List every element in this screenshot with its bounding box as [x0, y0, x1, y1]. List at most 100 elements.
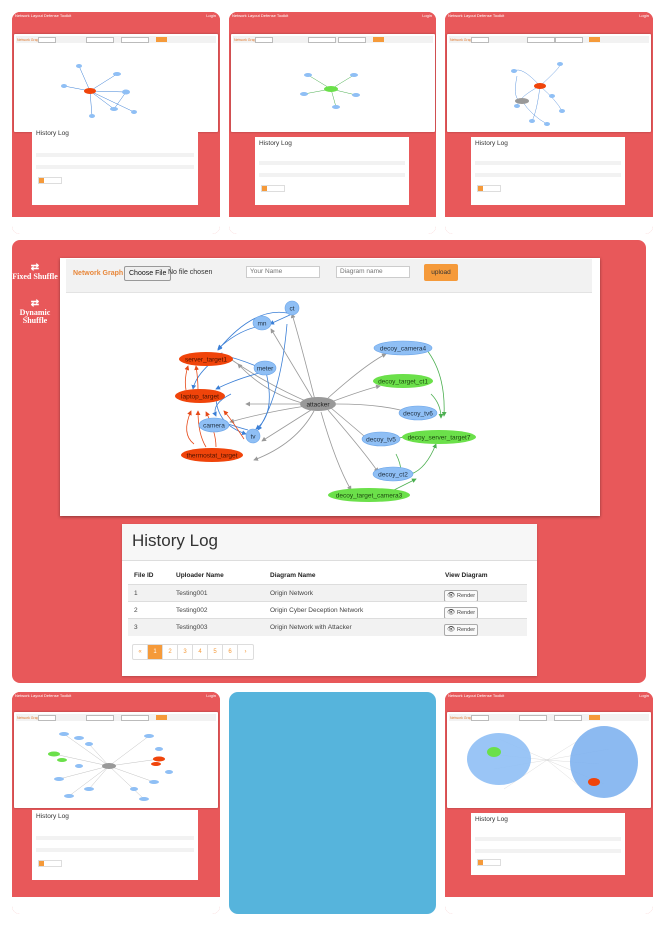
node-meter[interactable]: meter: [253, 360, 277, 376]
node-thermostat-target[interactable]: thermostat_target: [181, 448, 243, 462]
thumb-nav: Login: [422, 13, 432, 18]
node-decoy-target-ct1[interactable]: decoy_target_ct1: [373, 374, 433, 388]
row-diagram: Origin Network: [270, 590, 313, 597]
thumb-footer: [445, 217, 653, 234]
thumbnail-tile-6[interactable]: Network Layout Defense Toolkit Login Netw…: [445, 692, 653, 914]
thumb-toolbar: Network Graph: [16, 36, 216, 43]
page-2[interactable]: 2: [163, 645, 178, 659]
history-header: History Log: [122, 524, 537, 561]
node-label: decoy_tv6: [403, 411, 433, 418]
render-label: Render: [457, 610, 476, 616]
page-6[interactable]: 6: [223, 645, 238, 659]
pagination: « 1 2 3 4 5 6 ›: [132, 644, 254, 660]
thumb-name: [519, 715, 547, 721]
node-camera[interactable]: camera: [198, 417, 230, 433]
thumb-history-row: [36, 848, 194, 852]
row-id: 1: [134, 590, 138, 597]
node-ct[interactable]: ct: [284, 300, 300, 316]
thumb-footer: [445, 897, 653, 914]
node-attacker[interactable]: attacker: [300, 397, 336, 411]
thumb-history-row: [36, 165, 194, 169]
node-laptop-target[interactable]: laptop_target: [175, 389, 225, 403]
thumbnail-tile-1[interactable]: Network Layout Defense Toolkit Login Netw…: [12, 12, 220, 234]
history-log-panel: History Log File ID Uploader Name Diagra…: [122, 524, 537, 676]
node-decoy-ct2[interactable]: decoy_ct2: [372, 466, 414, 482]
thumb-brand: Network Layout Defense Toolkit: [15, 13, 72, 18]
node-mn[interactable]: mn: [252, 315, 272, 331]
render-label: Render: [457, 593, 476, 599]
thumb-upload: [156, 36, 167, 42]
col-view: View Diagram: [445, 572, 488, 579]
row-uploader: Testing002: [176, 607, 208, 614]
thumb-file: [471, 37, 489, 43]
page-4[interactable]: 4: [193, 645, 208, 659]
network-graph-canvas[interactable]: ct mn server_target1 meter laptop_target…: [66, 294, 594, 514]
page-1[interactable]: 1: [148, 645, 163, 659]
thumb-nav: Login: [206, 693, 216, 698]
row-diagram: Origin Network with Attacker: [270, 624, 352, 631]
thumbnail-tile-4[interactable]: Network Layout Defense Toolkit Login Netw…: [12, 692, 220, 914]
thumbnail-tile-3[interactable]: Network Layout Defense Toolkit Login Netw…: [445, 12, 653, 234]
node-label: decoy_camera4: [380, 346, 427, 353]
table-row: 2 Testing002 Origin Cyber Deception Netw…: [128, 601, 527, 619]
node-decoy-tv5[interactable]: decoy_tv5: [361, 431, 401, 447]
page-next[interactable]: ›: [238, 645, 253, 659]
thumb-history-row: [36, 842, 194, 846]
network-graph-label: Network Graph: [73, 270, 124, 277]
network-graph-panel: Network Graph Choose File No file chosen…: [60, 258, 600, 516]
page-5[interactable]: 5: [208, 645, 223, 659]
thumbnail-tile-2[interactable]: Network Layout Defense Toolkit Login Netw…: [229, 12, 436, 234]
thumb-name: [527, 37, 555, 43]
render-button[interactable]: 👁 Render: [444, 624, 478, 636]
thumb-history: History Log: [471, 137, 625, 205]
node-label: ct: [289, 306, 294, 313]
thumb-history: History Log: [32, 810, 198, 880]
thumb-toolbar: Network Graph: [449, 714, 649, 721]
thumb-toolbar-label: Network Graph: [450, 37, 474, 42]
file-status: No file chosen: [168, 269, 213, 276]
blank-blue-tile[interactable]: [229, 692, 436, 914]
thumb-history-row: [475, 155, 621, 159]
thumb-toolbar-label: Network Graph: [17, 715, 41, 720]
col-file-id: File ID: [134, 572, 154, 579]
thumb-graph: [300, 73, 360, 109]
node-label: decoy_target_camera3: [336, 493, 403, 500]
diagram-name-input[interactable]: [336, 266, 410, 278]
thumb-file: [471, 715, 489, 721]
node-server-target[interactable]: server_target1: [179, 352, 233, 366]
node-label: tv: [250, 434, 256, 441]
node-tv[interactable]: tv: [245, 428, 261, 444]
thumb-brand: Network Layout Defense Toolkit: [448, 13, 505, 18]
thumb-graph-panel: Network Graph: [14, 712, 218, 808]
node-label: mn: [257, 321, 266, 328]
node-label: server_target1: [185, 357, 227, 364]
dynamic-shuffle-label: Dynamic Shuffle: [19, 308, 51, 325]
thumb-history: History Log: [471, 813, 625, 875]
node-label: meter: [257, 366, 274, 373]
table-row: 1 Testing001 Origin Network 👁 Render: [128, 584, 527, 602]
node-decoy-target-camera3[interactable]: decoy_target_camera3: [328, 488, 410, 502]
thumb-history-row: [259, 155, 405, 159]
thumb-toolbar-label: Network Graph: [234, 37, 258, 42]
thumb-history-row: [36, 153, 194, 157]
thumb-upload: [156, 714, 167, 720]
red-edges: [184, 365, 245, 448]
uploader-name-input[interactable]: [246, 266, 320, 278]
thumb-history-row: [36, 836, 194, 840]
page-prev[interactable]: «: [133, 645, 148, 659]
thumb-history-row: [259, 167, 405, 171]
thumb-nav: Login: [639, 13, 649, 18]
thumb-history-row: [36, 147, 194, 151]
page-3[interactable]: 3: [178, 645, 193, 659]
thumb-toolbar: Network Graph: [449, 36, 649, 43]
node-decoy-server-target7[interactable]: decoy_server_target7: [402, 430, 476, 444]
upload-button[interactable]: upload: [424, 264, 458, 281]
node-decoy-camera4[interactable]: decoy_camera4: [373, 340, 433, 356]
fixed-shuffle-button[interactable]: ⇄ Fixed Shuffle: [12, 262, 58, 281]
node-decoy-tv6[interactable]: decoy_tv6: [398, 405, 438, 421]
thumb-history-row: [259, 173, 405, 177]
thumb-graph: [511, 62, 565, 126]
dynamic-shuffle-button[interactable]: ⇄ Dynamic Shuffle: [12, 298, 58, 325]
choose-file-button[interactable]: Choose File: [124, 266, 172, 281]
col-diagram: Diagram Name: [270, 572, 316, 579]
